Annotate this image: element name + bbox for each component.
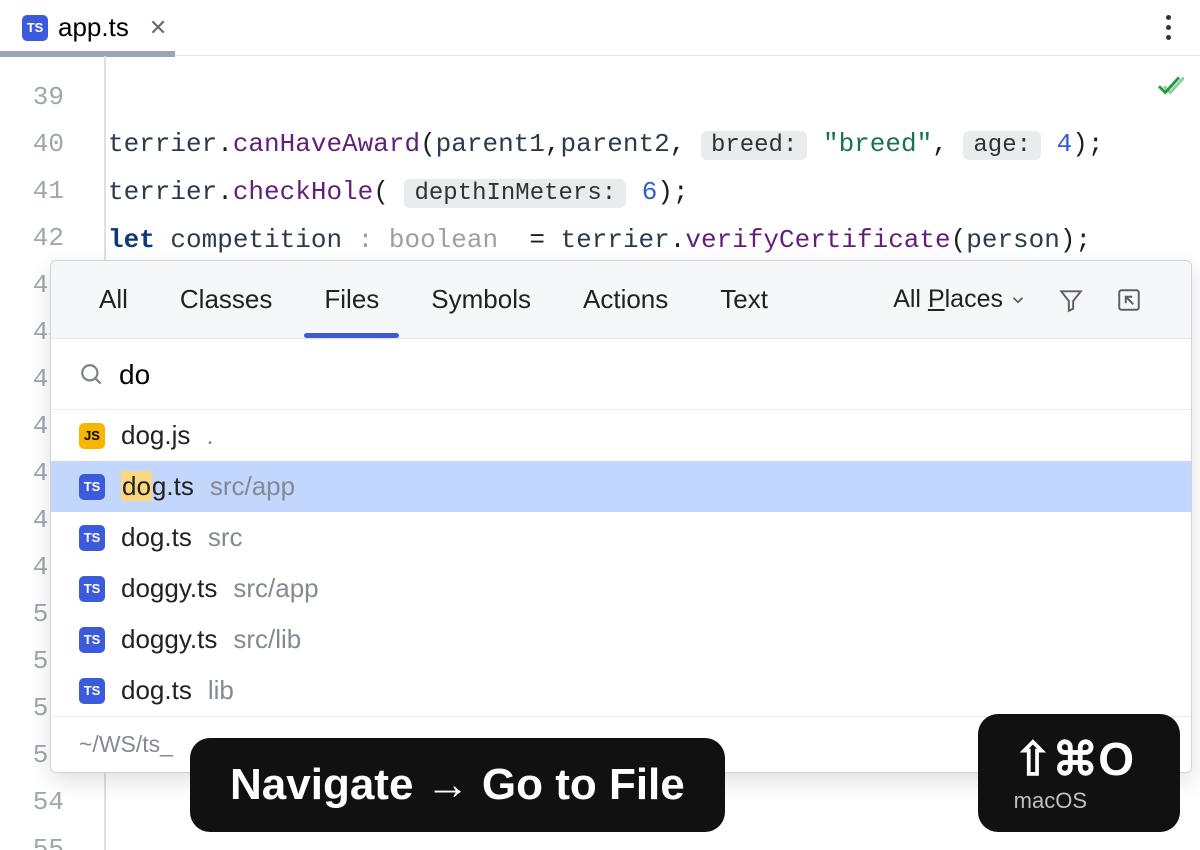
search-input[interactable]	[119, 359, 480, 391]
result-filename: dog.ts	[121, 675, 192, 706]
result-path: .	[206, 420, 213, 451]
tab-text[interactable]: Text	[720, 262, 768, 337]
line-number: 54	[0, 779, 64, 826]
line-number: 39	[0, 74, 64, 121]
shortcut-platform: macOS	[1014, 788, 1087, 814]
search-result-row[interactable]: TS doggy.ts src/lib	[51, 614, 1191, 665]
kebab-menu-icon[interactable]	[1148, 8, 1188, 48]
inspection-ok-icon[interactable]	[1154, 70, 1184, 100]
result-filename: dog.ts	[121, 471, 194, 502]
tip-bubble: Navigate → Go to File	[190, 738, 725, 832]
tab-bar: TS app.ts ✕	[0, 0, 1200, 56]
parameter-hint: depthInMeters:	[404, 179, 626, 208]
tab-title: app.ts	[58, 12, 129, 43]
search-result-row[interactable]: TS doggy.ts src/app	[51, 563, 1191, 614]
result-path: src/app	[210, 471, 295, 502]
ts-file-icon: TS	[79, 576, 105, 602]
tab-symbols[interactable]: Symbols	[431, 262, 531, 337]
ts-file-icon: TS	[79, 627, 105, 653]
ts-file-icon: TS	[22, 15, 48, 41]
result-path: lib	[208, 675, 234, 706]
js-file-icon: JS	[79, 423, 105, 449]
result-filename: dog.ts	[121, 522, 192, 553]
tab-all[interactable]: All	[99, 262, 128, 337]
chevron-down-icon	[1009, 291, 1027, 309]
scope-selector[interactable]: All Places	[893, 285, 1027, 314]
tab-classes[interactable]: Classes	[180, 262, 272, 337]
line-number: 55	[0, 826, 64, 850]
search-results: JS dog.js. TS dog.ts src/app TS dog.ts src TS dog…	[51, 410, 1191, 716]
close-icon[interactable]: ✕	[139, 9, 177, 47]
ts-file-icon: TS	[79, 678, 105, 704]
search-tabs: All Classes Files Symbols Actions Text A…	[51, 261, 1191, 339]
search-result-row[interactable]: TS dog.ts src	[51, 512, 1191, 563]
result-path: src	[208, 522, 243, 553]
search-result-row[interactable]: TS dog.ts src/app	[51, 461, 1191, 512]
shortcut-bubble: ⇧⌘O macOS	[978, 714, 1180, 832]
type-hint: : boolean	[358, 225, 498, 255]
result-filename: doggy.ts	[121, 573, 217, 604]
result-path: src/app	[233, 573, 318, 604]
open-in-tool-window-icon[interactable]	[1115, 286, 1143, 314]
result-filename: dog.js	[121, 420, 190, 451]
tip-label: Navigate → Go to File	[230, 760, 685, 810]
parameter-hint: breed:	[701, 131, 807, 160]
tab-actions[interactable]: Actions	[583, 262, 668, 337]
search-input-row	[51, 339, 1191, 410]
filter-icon[interactable]	[1057, 286, 1085, 314]
line-number: 40	[0, 121, 64, 168]
shortcut-keys: ⇧⌘O	[1014, 732, 1134, 786]
editor-tab[interactable]: TS app.ts ✕	[12, 0, 187, 55]
line-number: 41	[0, 168, 64, 215]
result-path: src/lib	[233, 624, 301, 655]
ts-file-icon: TS	[79, 525, 105, 551]
search-icon	[79, 362, 105, 388]
tab-files[interactable]: Files	[324, 262, 379, 337]
result-filename: doggy.ts	[121, 624, 217, 655]
search-result-row[interactable]: TS dog.ts lib	[51, 665, 1191, 716]
ts-file-icon: TS	[79, 474, 105, 500]
line-number: 42	[0, 215, 64, 262]
parameter-hint: age:	[963, 131, 1041, 160]
search-result-row[interactable]: JS dog.js.	[51, 410, 1191, 461]
search-everywhere-popup: All Classes Files Symbols Actions Text A…	[50, 260, 1192, 773]
